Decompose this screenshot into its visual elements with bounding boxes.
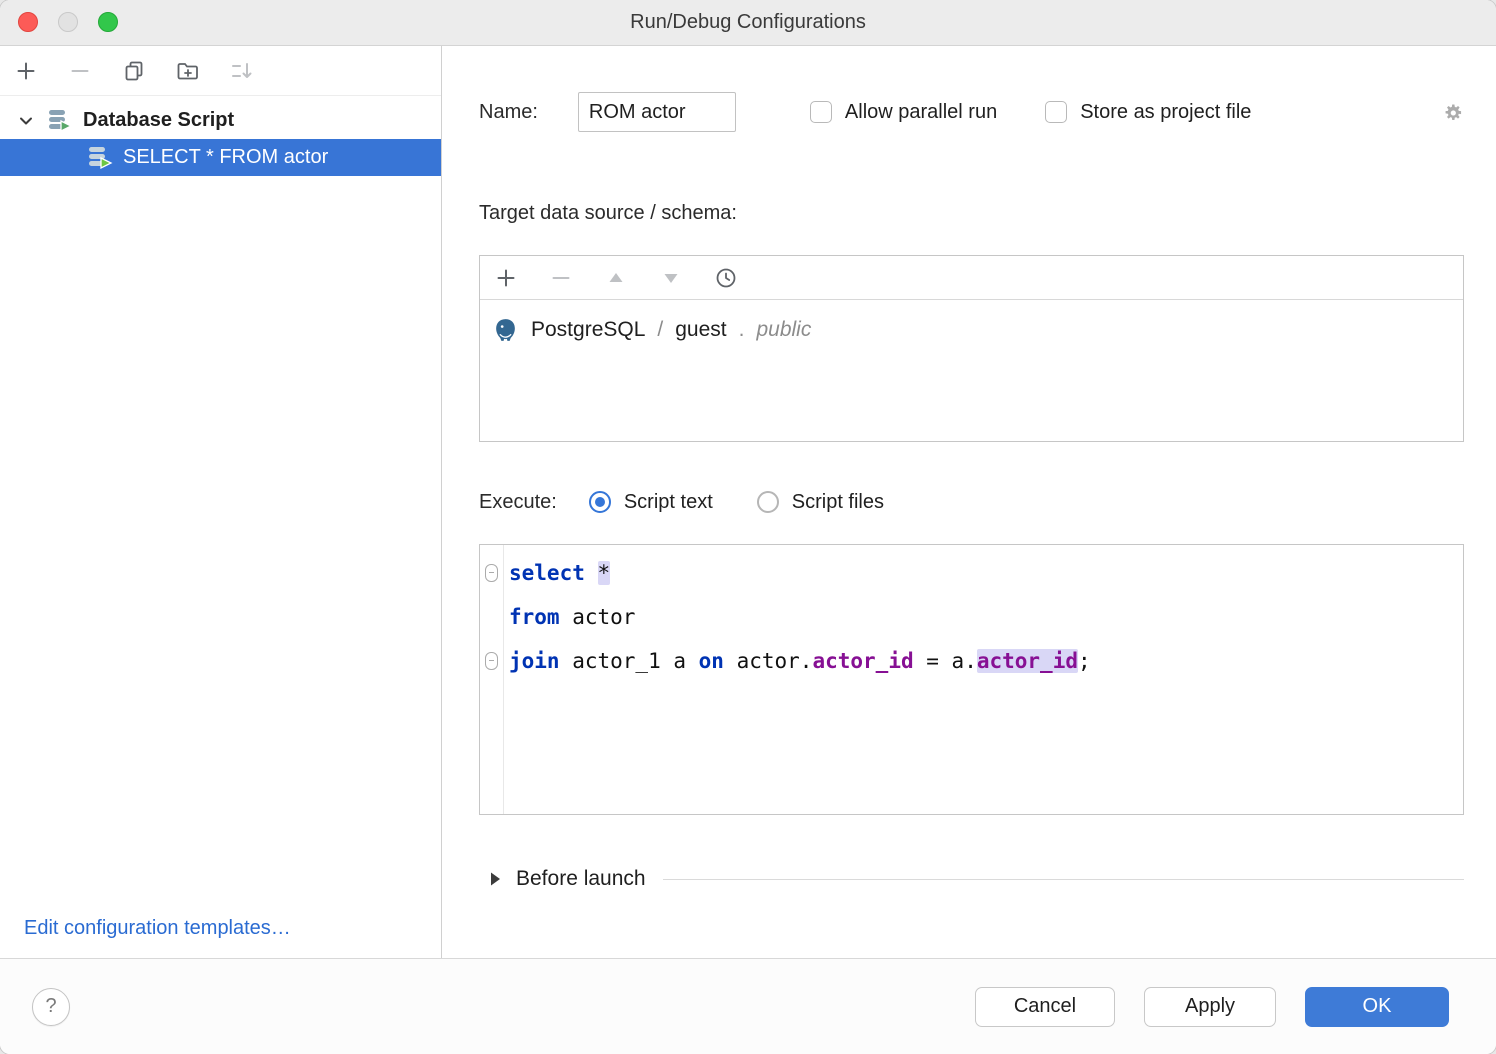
schema-dot: .	[739, 318, 745, 342]
script-text-radio[interactable]: Script text	[589, 491, 713, 514]
radio-label: Script text	[624, 491, 713, 514]
move-up-icon[interactable]	[604, 266, 628, 290]
remove-icon[interactable]	[549, 266, 573, 290]
divider-line	[663, 879, 1464, 880]
titlebar: Run/Debug Configurations	[0, 0, 1496, 46]
database-name: guest	[675, 318, 726, 342]
run-debug-configurations-dialog: Run/Debug Configurations	[0, 0, 1496, 1054]
schema-name: public	[756, 318, 811, 342]
configuration-form: Name: Allow parallel run Store as projec…	[442, 46, 1496, 958]
allow-parallel-run-checkbox[interactable]: Allow parallel run	[810, 101, 997, 124]
data-source-separator: /	[657, 318, 663, 342]
code-text: select *	[503, 561, 610, 585]
window-title: Run/Debug Configurations	[630, 11, 866, 34]
remove-icon[interactable]	[68, 59, 92, 83]
copy-icon[interactable]	[122, 59, 146, 83]
close-button[interactable]	[18, 12, 38, 32]
code-line[interactable]: select *	[480, 551, 1463, 595]
script-files-radio[interactable]: Script files	[757, 491, 884, 514]
traffic-lights	[18, 12, 118, 32]
fold-marker-icon[interactable]	[485, 652, 498, 670]
checkbox-box[interactable]	[810, 101, 832, 123]
tree-item-database-script[interactable]: Database Script	[0, 102, 441, 139]
history-icon[interactable]	[714, 266, 738, 290]
tree-item-label: SELECT * FROM actor	[123, 146, 328, 169]
name-input[interactable]	[578, 92, 736, 132]
before-launch-section[interactable]: Before launch	[479, 859, 1464, 899]
gear-icon[interactable]	[1437, 99, 1464, 126]
fold-marker-icon[interactable]	[485, 564, 498, 582]
script-editor[interactable]: select * from actor join actor_1 a on acto…	[479, 544, 1464, 815]
sort-alpha-icon[interactable]	[230, 59, 254, 83]
database-script-icon	[86, 144, 113, 171]
move-down-icon[interactable]	[659, 266, 683, 290]
radio-label: Script files	[792, 491, 884, 514]
zoom-button[interactable]	[98, 12, 118, 32]
checkbox-label: Store as project file	[1080, 101, 1251, 124]
dialog-footer: ? Cancel Apply OK	[0, 958, 1496, 1054]
target-data-source-label: Target data source / schema:	[479, 202, 1464, 225]
code-gutter	[480, 652, 503, 670]
radio-unselected-icon[interactable]	[757, 491, 779, 513]
name-row: Name: Allow parallel run Store as projec…	[479, 92, 1464, 132]
code-lines[interactable]: select * from actor join actor_1 a on acto…	[480, 551, 1463, 683]
code-text: from actor	[503, 605, 635, 629]
add-icon[interactable]	[494, 266, 518, 290]
postgresql-icon	[492, 317, 519, 344]
before-launch-arrow-icon[interactable]	[489, 871, 502, 887]
minimize-button[interactable]	[58, 12, 78, 32]
execute-label: Execute:	[479, 491, 557, 514]
tree-item-select-from-actor[interactable]: SELECT * FROM actor	[0, 139, 441, 176]
sidebar-toolbar	[0, 46, 441, 96]
cancel-button[interactable]: Cancel	[975, 987, 1115, 1027]
data-source-panel: PostgreSQL / guest. public	[479, 255, 1464, 442]
new-folder-icon[interactable]	[176, 59, 200, 83]
data-source-name: PostgreSQL	[531, 318, 645, 342]
name-label: Name:	[479, 101, 538, 124]
code-text: join actor_1 a on actor.actor_id = a.act…	[503, 649, 1091, 673]
code-gutter	[480, 564, 503, 582]
radio-selected-icon[interactable]	[589, 491, 611, 513]
configurations-tree: Database Script SELECT * FROM actor	[0, 96, 441, 176]
checkbox-box[interactable]	[1045, 101, 1067, 123]
action-buttons: Cancel Apply OK	[975, 987, 1449, 1027]
add-icon[interactable]	[14, 59, 38, 83]
apply-button[interactable]: Apply	[1144, 987, 1276, 1027]
before-launch-label: Before launch	[516, 867, 646, 891]
code-line[interactable]: from actor	[480, 595, 1463, 639]
data-source-item[interactable]: PostgreSQL / guest. public	[480, 308, 1463, 352]
configurations-sidebar: Database Script SELECT * FROM actor Edit…	[0, 46, 442, 958]
database-script-icon	[46, 107, 73, 134]
chevron-down-icon[interactable]	[16, 111, 36, 131]
store-as-project-file-checkbox[interactable]: Store as project file	[1045, 101, 1251, 124]
edit-configuration-templates-link[interactable]: Edit configuration templates…	[24, 917, 291, 940]
code-line[interactable]: join actor_1 a on actor.actor_id = a.act…	[480, 639, 1463, 683]
ok-button[interactable]: OK	[1305, 987, 1449, 1027]
data-source-toolbar	[480, 256, 1463, 300]
checkbox-label: Allow parallel run	[845, 101, 997, 124]
help-button[interactable]: ?	[32, 988, 70, 1026]
tree-item-label: Database Script	[83, 109, 234, 132]
execute-row: Execute: Script text Script files	[479, 482, 1464, 522]
